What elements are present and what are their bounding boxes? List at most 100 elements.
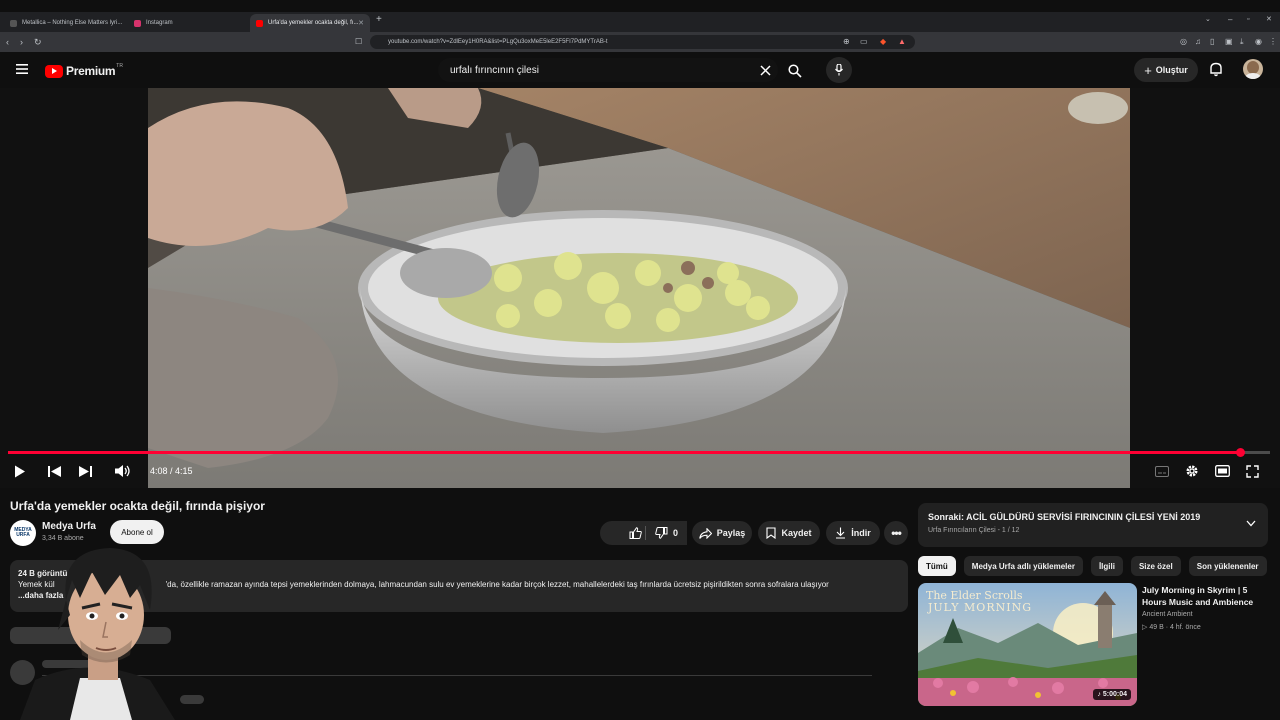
recommended-video-thumbnail[interactable]: The Elder Scrolls JULY MORNING ♪ 5:00:04 (918, 583, 1137, 706)
tab-label: Instagram (146, 20, 173, 26)
create-label: Oluştur (1155, 65, 1188, 75)
previous-icon[interactable] (48, 466, 61, 477)
chip-channel-uploads[interactable]: Medya Urfa adlı yüklemeler (963, 556, 1083, 576)
subtitles-icon[interactable] (1155, 466, 1169, 477)
notifications-bell-icon[interactable] (1209, 62, 1223, 77)
clear-search-icon[interactable] (760, 65, 771, 76)
theater-mode-icon[interactable] (1215, 465, 1230, 477)
youtube-masthead: Premium TR urfalı fırıncının çilesi + Ol… (0, 52, 1280, 88)
browser-tab-active[interactable]: Urfa'da yemekler ocakta değil, fı... ✕ (250, 14, 370, 32)
share-icon (698, 527, 712, 539)
save-bookmark-icon (766, 527, 777, 539)
recommendation-chips: Tümü Medya Urfa adlı yüklemeler İlgili S… (918, 556, 1267, 578)
user-avatar[interactable] (1243, 59, 1263, 79)
recommended-channel[interactable]: Ancient Ambient (1142, 611, 1193, 618)
browser-toolbar: ‹ › ↻ ☐ youtube.com/watch?v=ZdlEey1H0RA&… (0, 32, 1280, 52)
voice-search-button[interactable] (826, 57, 852, 83)
minimize-icon[interactable]: – (1228, 14, 1232, 26)
duration-text: 5:00:04 (1102, 691, 1127, 698)
chip-recent[interactable]: Son yüklenenler (1188, 556, 1267, 576)
webcam-avatar-overlay (0, 540, 200, 720)
profile-icon[interactable]: ◉ (1255, 36, 1262, 48)
cast-icon[interactable]: ▭ (860, 36, 868, 48)
sidebar-icon[interactable]: ▯ (1210, 36, 1214, 48)
maximize-icon[interactable]: ▫ (1247, 14, 1249, 26)
tab-label: Metallica – Nothing Else Matters lyri... (22, 20, 123, 26)
like-thumb-icon (629, 527, 643, 539)
youtube-premium-logo[interactable]: Premium TR (45, 63, 123, 78)
tab-favicon (256, 19, 263, 27)
logo-text: Premium (66, 64, 116, 78)
chip-related[interactable]: İlgili (1090, 556, 1123, 576)
video-title: Urfa'da yemekler ocakta değil, fırında p… (10, 499, 265, 513)
video-frame[interactable] (148, 88, 1130, 488)
more-actions-button[interactable]: ••• (884, 521, 908, 545)
download-arrow-icon (836, 527, 846, 539)
zoom-icon[interactable]: ⊕ (843, 36, 850, 48)
create-button[interactable]: + Oluştur (1134, 58, 1198, 82)
search-icon[interactable] (788, 64, 802, 78)
address-bar[interactable]: youtube.com/watch?v=ZdlEey1H0RA&list=PLg… (370, 35, 915, 49)
more-horizontal-icon: ••• (891, 526, 902, 540)
close-window-icon[interactable]: ✕ (1266, 14, 1272, 26)
plus-icon: + (1144, 62, 1152, 78)
url-text: youtube.com/watch?v=ZdlEey1H0RA&list=PLg… (388, 39, 608, 45)
download-icon[interactable]: ⤓ (1240, 36, 1244, 48)
settings-gear-icon[interactable] (1185, 464, 1199, 478)
volume-icon[interactable] (115, 464, 131, 478)
bookmark-icon[interactable]: ☐ (355, 36, 362, 48)
views-play-icon: ▷ (1142, 624, 1148, 631)
play-icon[interactable] (14, 465, 26, 478)
chip-for-you[interactable]: Size özel (1130, 556, 1181, 576)
tab-favicon (134, 19, 141, 27)
search-input[interactable]: urfalı fırıncının çilesi (438, 58, 778, 82)
rewards-icon[interactable]: ▲ (898, 36, 906, 48)
progress-bar[interactable] (8, 448, 1270, 457)
new-tab-icon[interactable]: + (376, 14, 382, 26)
dislike-button[interactable]: 0 (646, 521, 687, 545)
chevron-down-icon[interactable] (1246, 520, 1256, 527)
hamburger-menu-icon[interactable] (16, 64, 28, 74)
tab-label: Urfa'da yemekler ocakta değil, fı... (268, 20, 359, 26)
microphone-icon (835, 64, 843, 76)
logo-region: TR (116, 63, 123, 69)
back-icon[interactable]: ‹ (6, 36, 9, 48)
browser-tab-1[interactable]: Metallica – Nothing Else Matters lyri... (4, 14, 126, 32)
channel-name[interactable]: Medya Urfa (42, 521, 96, 532)
description-body: 'da, özellikle ramazan ayında tepsi yeme… (165, 580, 829, 589)
music-icon[interactable]: ♫ (1195, 36, 1201, 48)
progress-fill (8, 451, 1240, 454)
save-button[interactable]: Kaydet (758, 521, 820, 545)
browser-tab-2[interactable]: Instagram (128, 14, 248, 32)
share-button[interactable]: Paylaş (692, 521, 752, 545)
playlist-subtitle: Urfa Fırıncıların Çilesi - 1 / 12 (928, 527, 1020, 534)
extension-icon[interactable]: ◎ (1180, 36, 1187, 48)
save-label: Kaydet (781, 528, 812, 538)
search-value: urfalı fırıncının çilesi (450, 64, 539, 76)
menu-icon[interactable]: ⋮ (1269, 36, 1277, 48)
youtube-play-logo-icon (45, 64, 63, 78)
brave-shield-icon[interactable]: ◆ (880, 36, 886, 48)
recommended-video-title[interactable]: July Morning in Skyrim | 5 Hours Music a… (1142, 584, 1270, 608)
next-icon[interactable] (79, 466, 92, 477)
dislike-count: 0 (672, 528, 678, 538)
forward-icon[interactable]: › (20, 36, 23, 48)
duration-badge: ♪ 5:00:04 (1093, 689, 1131, 700)
tab-search-icon[interactable]: ⌄ (1205, 14, 1211, 26)
playlist-panel[interactable]: Sonraki: ACİL GÜLDÜRÜ SERVİSİ FIRINCININ… (918, 503, 1268, 547)
tab-favicon (10, 19, 17, 27)
reload-icon[interactable]: ↻ (34, 36, 42, 48)
playlist-next-title: Sonraki: ACİL GÜLDÜRÜ SERVİSİ FIRINCININ… (928, 512, 1201, 522)
download-label: İndir (851, 528, 871, 538)
close-tab-icon[interactable]: ✕ (358, 19, 364, 27)
chip-all[interactable]: Tümü (918, 556, 956, 576)
download-button[interactable]: İndir (826, 521, 880, 545)
video-player[interactable]: 4:08 / 4:15 (0, 88, 1280, 488)
wallet-icon[interactable]: ▣ (1225, 36, 1233, 48)
video-frame-image (148, 88, 1130, 488)
fullscreen-icon[interactable] (1246, 465, 1259, 478)
anime-avatar-image (20, 548, 175, 720)
share-label: Paylaş (716, 528, 746, 538)
thumbnail-subtitle: JULY MORNING (928, 601, 1032, 614)
progress-scrubber[interactable] (1235, 448, 1245, 457)
